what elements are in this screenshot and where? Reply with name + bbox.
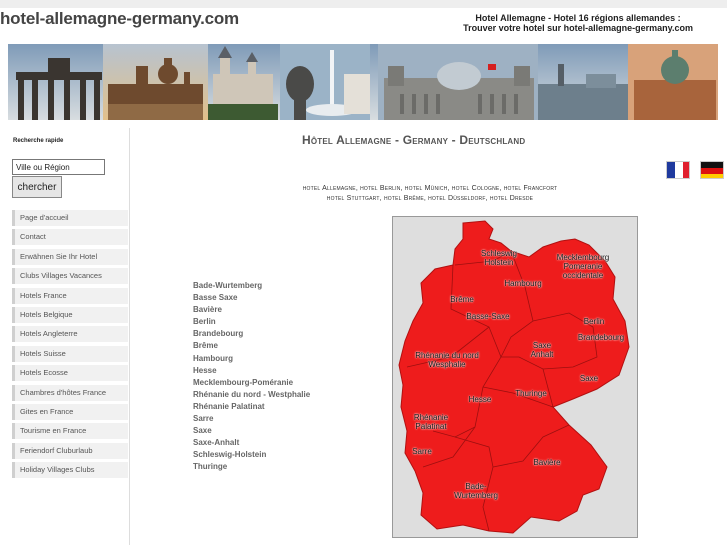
map-label-thuringe[interactable]: Thuringe (515, 389, 547, 398)
map-label-sarre[interactable]: Sarre (412, 447, 432, 456)
map-label-basse-saxe[interactable]: Basse-Saxe (466, 312, 509, 321)
region-link[interactable]: Basse Saxe (193, 292, 310, 304)
map-label-bade-1: Bade- (465, 482, 487, 491)
region-link[interactable]: Mecklembourg-Poméranie (193, 377, 310, 389)
map-label-mecklembourg-2: Pomeranie (563, 262, 603, 271)
region-link[interactable]: Hambourg (193, 353, 310, 365)
tagline-line-2: Trouver votre hotel sur hotel-allemagne-… (463, 23, 693, 33)
map-label-mecklembourg-1: Mecklembourg (556, 253, 610, 262)
map-label-mecklembourg-3: occidentale (562, 271, 604, 280)
region-link[interactable]: Bavière (193, 304, 310, 316)
map-label-schleswig-2: Holstein (484, 258, 514, 267)
french-flag-icon[interactable] (666, 161, 690, 179)
region-link[interactable]: Hesse (193, 365, 310, 377)
map-label-berlin[interactable]: Berlin (584, 317, 604, 326)
map-label-hambourg[interactable]: Hambourg (504, 279, 541, 288)
menu-item-hotels-suisse[interactable]: Hotels Suisse (12, 345, 128, 362)
menu-item-contact[interactable]: Contact (12, 229, 128, 246)
menu-item-mention-hotel[interactable]: Erwähnen Sie Ihr Hotel (12, 248, 128, 265)
tagline-line-1: Hotel Allemagne - Hotel 16 régions allem… (475, 13, 681, 23)
map-label-rhenanie-nord[interactable]: Rhénanie du nord Wesphalie (415, 351, 479, 369)
map-label-mecklembourg[interactable]: Mecklembourg Pomeranie occidentale (557, 253, 609, 280)
region-link[interactable]: Sarre (193, 413, 310, 425)
menu-item-feriendorf[interactable]: Feriendorf Cluburlaub (12, 442, 128, 459)
map-label-breme[interactable]: Brême (450, 295, 474, 304)
menu-item-hotels-france[interactable]: Hotels France (12, 287, 128, 304)
header-banner-image (8, 44, 718, 120)
page-heading: Hôtel Allemagne - Germany - Deutschland (302, 133, 526, 147)
map-label-saxe-anhalt[interactable]: Saxe Anhalt (531, 341, 554, 359)
germany-map[interactable]: Schleswig Holstein Mecklembourg Pomerani… (392, 216, 638, 538)
menu-item-chambres-hotes[interactable]: Chambres d'hôtes France (12, 384, 128, 401)
menu-item-clubs-villages[interactable]: Clubs Villages Vacances (12, 268, 128, 285)
map-label-schleswig[interactable]: Schleswig Holstein (481, 249, 517, 267)
search-label: Recherche rapide (13, 138, 64, 144)
region-link[interactable]: Rhénanie du nord - Westphalie (193, 389, 310, 401)
map-label-bade[interactable]: Bade- Wurtemberg (454, 482, 498, 500)
region-list: Bade-Wurtemberg Basse Saxe Bavière Berli… (193, 280, 310, 474)
map-label-bade-2: Wurtemberg (454, 491, 498, 500)
sidebar: Recherche rapide chercher Page d'accueil… (0, 128, 130, 545)
menu-item-tourisme[interactable]: Tourisme en France (12, 423, 128, 440)
region-link[interactable]: Brême (193, 340, 310, 352)
menu-item-gites[interactable]: Gites en France (12, 403, 128, 420)
map-label-hesse[interactable]: Hesse (469, 395, 492, 404)
hotels-cities-line-2[interactable]: hotel Stuttgart, hotel Brême, hotel Düss… (200, 195, 660, 202)
region-link[interactable]: Berlin (193, 316, 310, 328)
site-title[interactable]: hotel-allemagne-germany.com (0, 9, 239, 29)
map-label-rhenanie-pal[interactable]: Rhénanie Palatinat (414, 413, 448, 431)
map-label-rhenanie-pal-2: Palatinat (415, 422, 447, 431)
map-label-baviere[interactable]: Bavière (533, 458, 560, 467)
map-label-saxe-anhalt-2: Anhalt (530, 350, 554, 359)
sidebar-menu: Page d'accueil Contact Erwähnen Sie Ihr … (12, 210, 128, 481)
map-label-rhenanie-nord-2: Wesphalie (428, 360, 466, 369)
region-link[interactable]: Rhénanie Palatinat (193, 401, 310, 413)
map-label-saxe-anhalt-1: Saxe (532, 341, 552, 350)
region-link[interactable]: Brandebourg (193, 328, 310, 340)
region-link[interactable]: Thuringe (193, 461, 310, 473)
map-label-saxe[interactable]: Saxe (580, 374, 598, 383)
menu-item-hotels-belgique[interactable]: Hotels Belgique (12, 306, 128, 323)
region-link[interactable]: Saxe (193, 425, 310, 437)
hotels-cities-line-1[interactable]: hotel Allemagne, hotel Berlin, hotel Mün… (200, 185, 660, 192)
top-strip (0, 0, 727, 8)
tagline: Hotel Allemagne - Hotel 16 régions allem… (463, 13, 693, 33)
region-link[interactable]: Saxe-Anhalt (193, 437, 310, 449)
map-label-rhenanie-nord-1: Rhénanie du nord (415, 351, 479, 360)
map-label-rhenanie-pal-1: Rhénanie (413, 413, 449, 422)
map-label-schleswig-1: Schleswig (480, 249, 518, 258)
menu-item-home[interactable]: Page d'accueil (12, 210, 128, 226)
search-input[interactable] (12, 159, 105, 175)
menu-item-holiday-villages[interactable]: Holiday Villages Clubs (12, 462, 128, 479)
search-button[interactable]: chercher (12, 176, 62, 198)
region-link[interactable]: Schleswig-Holstein (193, 449, 310, 461)
menu-item-hotels-ecosse[interactable]: Hotels Ecosse (12, 365, 128, 382)
map-label-brandebourg[interactable]: Brandebourg (578, 333, 624, 342)
menu-item-hotels-angleterre[interactable]: Hotels Angleterre (12, 326, 128, 343)
german-flag-icon[interactable] (700, 161, 724, 179)
region-link[interactable]: Bade-Wurtemberg (193, 280, 310, 292)
